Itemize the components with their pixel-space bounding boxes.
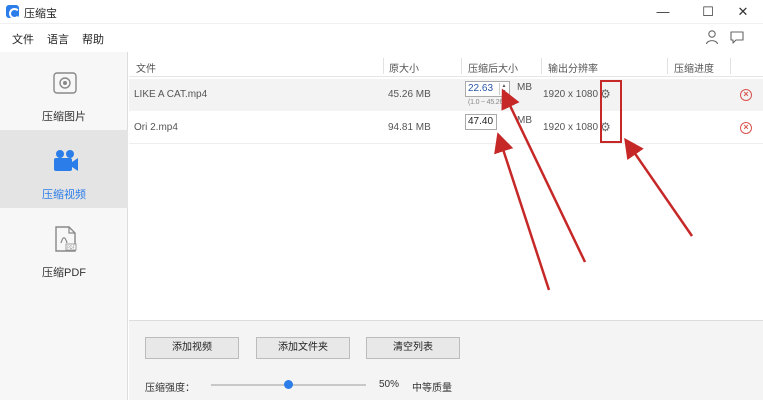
size-unit: MB [517,82,532,93]
sidebar-item-label: 压缩视频 [42,189,86,201]
title-bar: 压缩宝 — ☐ ✕ [0,0,763,24]
sidebar-item-label: 压缩PDF [42,267,86,279]
svg-text:PDF: PDF [67,245,75,250]
menu-help[interactable]: 帮助 [82,31,104,47]
table-header: 文件 原大小 压缩后大小 输出分辨率 压缩进度 [129,55,763,77]
annotation-arrow [494,132,551,291]
annotation-arrow [624,137,694,237]
col-divider [461,58,462,74]
minimize-button[interactable]: — [643,0,683,24]
table-row[interactable]: LIKE A CAT.mp4 45.26 MB 22.63 ▲ ▼ MB (1.0… [129,79,763,111]
file-name: LIKE A CAT.mp4 [134,89,208,100]
size-range-hint: (1.0 ~ 45.26MB) [468,99,516,106]
compressed-size-input[interactable]: 47.40 [465,114,497,130]
quality-slider-thumb[interactable] [284,380,293,389]
add-folder-button[interactable]: 添加文件夹 [256,337,350,359]
original-size: 94.81 MB [388,122,431,133]
image-icon [53,72,77,94]
col-divider [667,58,668,74]
original-size: 45.26 MB [388,89,431,100]
maximize-button[interactable]: ☐ [688,0,728,24]
remove-row-button[interactable]: × [740,122,752,134]
compressed-size-value: 22.63 [468,83,494,94]
file-name: Ori 2.mp4 [134,122,178,133]
menu-language[interactable]: 语言 [47,31,69,47]
menu-file[interactable]: 文件 [12,31,34,47]
app-logo-icon [6,5,20,19]
size-unit: MB [517,115,532,126]
remove-row-button[interactable]: × [740,89,752,101]
app-title: 压缩宝 [24,8,57,20]
col-divider [383,58,384,74]
quality-label: 压缩强度： [145,383,195,394]
bottom-toolbar: 添加视频 添加文件夹 清空列表 压缩强度： 50% 中等质量 [129,320,763,400]
user-icon[interactable] [704,29,720,45]
quality-percent: 50% [379,379,400,390]
output-resolution: 1920 x 1080 [543,122,599,133]
pdf-icon: PDF [55,226,77,252]
sidebar-item-video[interactable]: 压缩视频 [0,130,128,208]
video-icon [54,150,78,171]
col-progress: 压缩进度 [674,64,714,75]
menu-bar: 文件 语言 帮助 [0,25,763,49]
col-file: 文件 [136,64,156,75]
quality-level-name: 中等质量 [412,383,452,394]
sidebar-item-pdf[interactable]: PDF 压缩PDF [0,208,128,286]
chat-icon[interactable] [729,29,745,45]
table-row[interactable]: Ori 2.mp4 94.81 MB 47.40 MB 1920 x 1080 … [129,112,763,144]
clear-list-button[interactable]: 清空列表 [366,337,460,359]
sidebar-item-label: 压缩图片 [42,111,86,123]
annotation-highlight-box [600,80,622,143]
col-divider [730,58,731,74]
compressed-size-input[interactable]: 22.63 ▲ ▼ [465,81,510,97]
col-divider [541,58,542,74]
add-video-button[interactable]: 添加视频 [145,337,239,359]
col-resolution: 输出分辨率 [548,64,598,75]
size-stepper[interactable]: ▲ ▼ [499,83,508,95]
sidebar: 压缩图片 压缩视频 PDF 压缩PDF [0,52,128,400]
close-button[interactable]: ✕ [723,0,763,24]
col-original-size: 原大小 [389,64,419,75]
col-compressed-size: 压缩后大小 [468,64,518,75]
sidebar-item-image[interactable]: 压缩图片 [0,52,128,130]
output-resolution: 1920 x 1080 [543,89,599,100]
